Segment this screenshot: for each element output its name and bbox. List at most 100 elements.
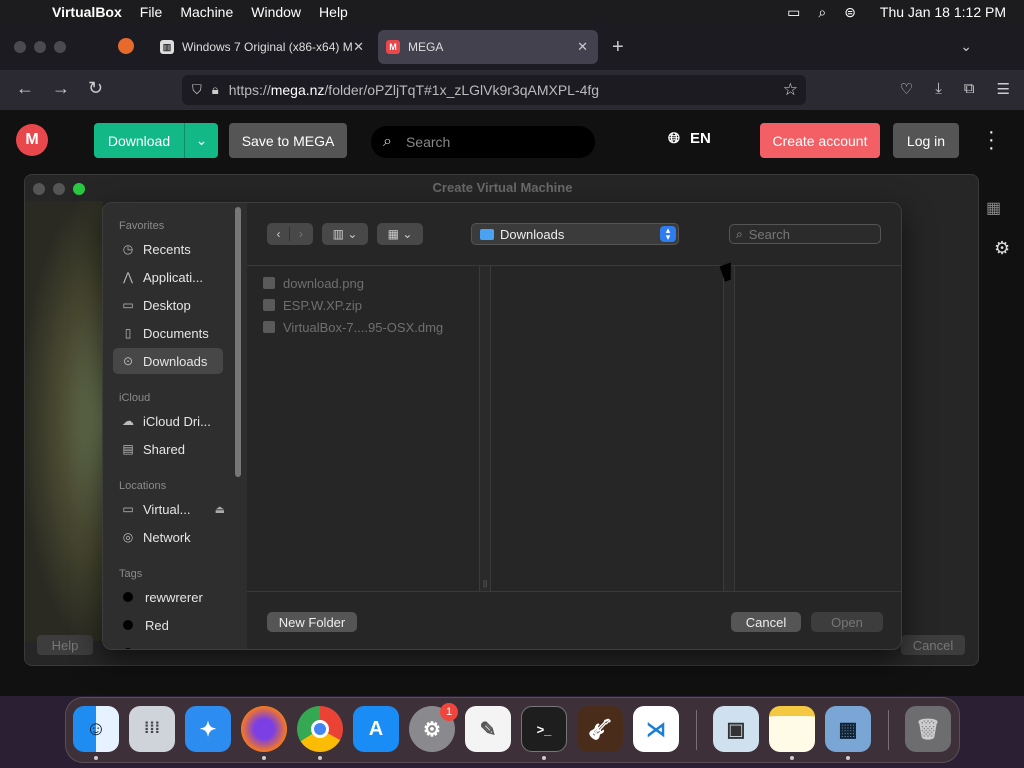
mega-logo[interactable]: M: [16, 124, 48, 156]
chevron-down-icon[interactable]: ⌄: [184, 123, 218, 158]
download-button[interactable]: Download ⌄: [94, 123, 218, 158]
help-button[interactable]: Help: [37, 635, 93, 655]
cancel-button[interactable]: Cancel: [901, 635, 965, 655]
login-button[interactable]: Log in: [893, 123, 959, 158]
save-to-mega-button[interactable]: Save to MEGA: [229, 123, 347, 158]
column-resize-handle[interactable]: ||: [479, 266, 491, 592]
file-open-dialog: Favorites ◷ Recents ⋀ Applicati... ▭ Deskto…: [102, 202, 902, 650]
dock-separator: [888, 710, 889, 750]
tab-mega[interactable]: M MEGA ✕: [378, 30, 598, 64]
more-options-icon[interactable]: · · ·: [988, 122, 995, 158]
lock-icon[interactable]: 🔒︎: [212, 82, 219, 98]
mega-search-input[interactable]: ⌕ Search: [371, 126, 595, 158]
preview-icon[interactable]: ▣: [713, 706, 759, 752]
menu-help[interactable]: Help: [319, 4, 348, 20]
menu-app-name[interactable]: VirtualBox: [52, 4, 122, 20]
shared-folder-icon: ▤: [122, 442, 134, 456]
search-placeholder: Search: [405, 134, 451, 150]
sidebar-item-icloud-drive[interactable]: ☁ iCloud Dri...: [113, 408, 223, 434]
chevron-left-icon[interactable]: ‹: [268, 227, 290, 241]
sidebar-item-downloads[interactable]: ⊙ Downloads: [113, 348, 223, 374]
sidebar-scrollbar[interactable]: [235, 207, 241, 477]
globe-icon: 🌐︎: [668, 130, 681, 147]
gear-icon[interactable]: ⚙: [994, 238, 1010, 259]
sidebar-tag-red[interactable]: Red: [113, 612, 223, 638]
file-name: download.png: [283, 275, 364, 291]
sidebar-item-desktop[interactable]: ▭ Desktop: [113, 292, 223, 318]
extensions-icon[interactable]: ⧉: [964, 80, 975, 98]
sidebar-item-virtual-disk[interactable]: ▭ Virtual... ⏏: [113, 496, 225, 522]
back-forward-buttons[interactable]: ‹ ›: [267, 223, 313, 245]
file-item[interactable]: VirtualBox-7....95-OSX.dmg: [263, 317, 443, 337]
chrome-icon[interactable]: [297, 706, 343, 752]
launchpad-icon[interactable]: ⁞⁞⁞: [129, 706, 175, 752]
dialog-search-input[interactable]: ⌕ Search: [729, 224, 881, 244]
hamburger-menu-icon[interactable]: ☰: [997, 80, 1010, 98]
file-item[interactable]: download.png: [263, 273, 364, 293]
pocket-icon[interactable]: ♡: [900, 80, 913, 98]
menu-bar: VirtualBox File Machine Window Help ▭ ⌕ …: [0, 0, 1024, 24]
zoom-window-button[interactable]: [54, 41, 66, 53]
reload-icon[interactable]: ↻: [88, 78, 103, 99]
chevron-right-icon[interactable]: ›: [290, 227, 312, 241]
menu-clock[interactable]: Thu Jan 18 1:12 PM: [880, 4, 1006, 20]
virtualbox-icon[interactable]: ▦: [825, 706, 871, 752]
safari-icon[interactable]: ✦: [185, 706, 231, 752]
language-selector[interactable]: 🌐︎ EN: [668, 130, 711, 147]
menu-machine[interactable]: Machine: [180, 4, 233, 20]
column-resize-handle[interactable]: [723, 266, 735, 592]
grid-view-icon[interactable]: ▦: [986, 198, 1001, 218]
sidebar-item-network[interactable]: ◎ Network: [113, 524, 223, 550]
new-folder-button[interactable]: New Folder: [267, 612, 357, 632]
back-icon[interactable]: ←: [16, 78, 34, 99]
vscode-icon[interactable]: ⋊: [633, 706, 679, 752]
eject-icon[interactable]: ⏏: [215, 503, 225, 516]
menu-file[interactable]: File: [140, 4, 163, 20]
close-window-button[interactable]: [14, 41, 26, 53]
screen-mirror-icon[interactable]: ▭: [787, 4, 800, 21]
notes-icon[interactable]: [769, 706, 815, 752]
garageband-icon[interactable]: 🎸︎: [577, 706, 623, 752]
dock-separator: [696, 710, 697, 750]
finder-icon[interactable]: ☺: [73, 706, 119, 752]
group-by-button[interactable]: ▦ ⌄: [377, 223, 423, 245]
sidebar-item-documents[interactable]: ▯ Documents: [113, 320, 223, 346]
control-center-icon[interactable]: ⊜: [844, 4, 856, 21]
forward-icon[interactable]: →: [52, 78, 70, 99]
spotlight-search-icon[interactable]: ⌕: [818, 4, 826, 21]
chevron-down-icon[interactable]: ⌄: [960, 38, 972, 55]
sidebar-item-label: Red: [145, 617, 169, 633]
textedit-icon[interactable]: ✎: [465, 706, 511, 752]
sidebar-item-applications[interactable]: ⋀ Applicati...: [113, 264, 223, 290]
sidebar-tag-more[interactable]: [113, 640, 223, 649]
file-item[interactable]: ESP.W.XP.zip: [263, 295, 362, 315]
sidebar-item-label: Downloads: [143, 353, 208, 369]
sidebar-tag-rewwrerer[interactable]: rewwrerer: [113, 584, 223, 610]
sidebar-section-tags: Tags: [119, 568, 143, 580]
close-tab-icon[interactable]: ✕: [577, 39, 588, 55]
view-mode-button[interactable]: ▥ ⌄: [322, 223, 368, 245]
location-popup[interactable]: Downloads ▴ ▾: [471, 223, 679, 245]
firefox-icon[interactable]: [241, 706, 287, 752]
trash-icon[interactable]: 🗑︎: [905, 706, 951, 752]
close-tab-icon[interactable]: ✕: [353, 39, 364, 55]
sidebar-item-recents[interactable]: ◷ Recents: [113, 236, 223, 262]
url-bar[interactable]: ⛉ 🔒︎ https://mega.nz/folder/oPZljTqT#1x_…: [182, 75, 806, 105]
cancel-button[interactable]: Cancel: [731, 612, 801, 632]
bookmark-star-icon[interactable]: ☆: [783, 80, 798, 100]
app-store-icon[interactable]: A: [353, 706, 399, 752]
create-account-button[interactable]: Create account: [760, 123, 880, 158]
grip-icon: ||: [483, 579, 488, 588]
shield-icon[interactable]: ⛉: [192, 82, 202, 98]
sidebar-item-shared[interactable]: ▤ Shared: [113, 436, 223, 462]
terminal-icon[interactable]: >_: [521, 706, 567, 752]
url-host: mega.nz: [270, 82, 325, 98]
downloads-icon[interactable]: ⤓: [935, 80, 942, 98]
new-tab-icon[interactable]: +: [612, 36, 624, 59]
menu-window[interactable]: Window: [251, 4, 301, 20]
mega-favicon-icon: M: [386, 40, 400, 54]
firefox-view-icon[interactable]: [118, 38, 134, 54]
minimize-window-button[interactable]: [34, 41, 46, 53]
open-button[interactable]: Open: [811, 612, 883, 632]
tab-windows7[interactable]: ▥ Windows 7 Original (x86-x64) M ✕: [152, 30, 374, 64]
